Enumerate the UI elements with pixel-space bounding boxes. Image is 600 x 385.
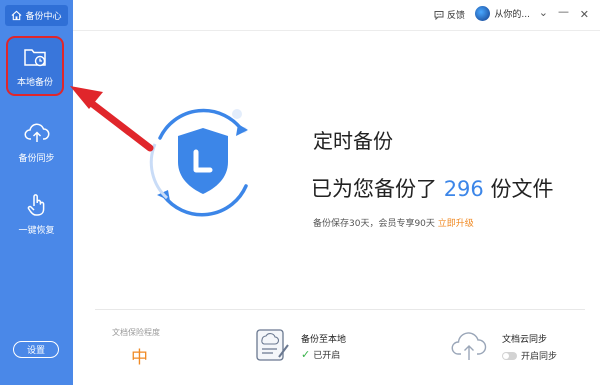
retention-info: 备份保存30天，会员专享90天 立即升级 <box>313 216 474 229</box>
local-backup-icon <box>256 329 289 361</box>
cloud-sync-status: 开启同步 <box>502 349 557 362</box>
page-title: 定时备份 <box>313 129 393 153</box>
local-backup-status: ✓ 已开启 <box>301 348 340 361</box>
shield-clock-illustration <box>149 108 248 217</box>
user-name: 从你的... <box>494 10 530 20</box>
risk-value: 中 <box>131 348 148 368</box>
file-count: 296 <box>443 177 484 201</box>
home-icon <box>12 10 22 21</box>
summary-prefix: 已为您备份了 <box>311 177 437 201</box>
title-bar: 反馈 从你的... ⌄ — ✕ <box>73 0 600 31</box>
hand-pointer-icon <box>27 194 44 216</box>
upgrade-link[interactable]: 立即升级 <box>438 219 474 229</box>
divider <box>95 309 585 310</box>
chevron-down-icon[interactable]: ⌄ <box>539 6 548 19</box>
close-button[interactable]: ✕ <box>580 8 589 21</box>
summary-suffix: 份文件 <box>490 177 554 201</box>
sidebar: 备份中心 本地备份 备份同步 一键恢复 设置 <box>0 0 73 385</box>
settings-button[interactable]: 设置 <box>13 341 59 358</box>
feedback-button[interactable]: 反馈 <box>434 8 465 21</box>
sidebar-item-one-click-restore[interactable]: 一键恢复 <box>0 192 73 236</box>
backup-center-label: 备份中心 <box>25 12 62 22</box>
local-backup-label: 备份至本地 <box>301 335 347 345</box>
feedback-label: 反馈 <box>446 11 465 21</box>
cloud-sync-icon <box>451 332 487 360</box>
cloud-status-text: 开启同步 <box>521 352 558 362</box>
risk-label: 文档保险程度 <box>112 328 160 337</box>
user-account[interactable]: 从你的... <box>475 6 530 21</box>
backup-summary: 已为您备份了 296 份文件 <box>311 173 553 203</box>
sidebar-item-label: 备份同步 <box>18 154 55 164</box>
sidebar-item-local-backup[interactable]: 本地备份 <box>6 36 64 96</box>
cloud-sync-toggle[interactable] <box>502 351 517 360</box>
avatar <box>475 6 491 21</box>
backup-center-button[interactable]: 备份中心 <box>5 5 68 26</box>
retention-text: 备份保存30天，会员专享90天 <box>313 219 435 229</box>
chat-bubble-icon <box>434 10 444 20</box>
cloud-sync-label: 文档云同步 <box>502 335 548 345</box>
minimize-button[interactable]: — <box>558 5 569 18</box>
folder-clock-icon <box>24 49 46 67</box>
cloud-upload-icon <box>24 123 49 142</box>
sidebar-item-label: 一键恢复 <box>18 226 55 236</box>
local-status-text: 已开启 <box>313 351 341 361</box>
sidebar-item-backup-sync[interactable]: 备份同步 <box>0 120 73 164</box>
sidebar-item-label: 本地备份 <box>16 78 53 88</box>
check-icon: ✓ <box>301 348 311 361</box>
